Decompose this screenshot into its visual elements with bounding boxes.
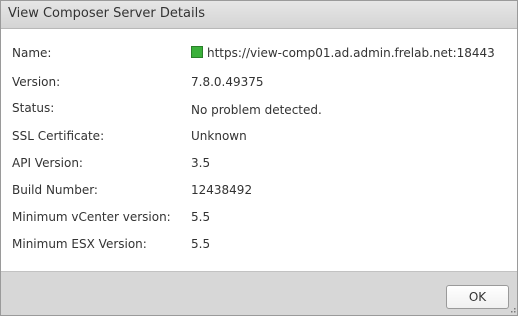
detail-label: Minimum ESX Version:	[12, 237, 147, 251]
detail-label: Build Number:	[12, 183, 98, 197]
detail-value: No problem detected.	[191, 103, 322, 117]
detail-label: Name:	[12, 46, 52, 60]
dialog-title: View Composer Server Details	[8, 6, 205, 21]
detail-row-version: Version: 7.8.0.49375	[1, 75, 517, 95]
detail-value: 5.5	[191, 210, 211, 224]
ok-button[interactable]: OK	[446, 285, 509, 309]
detail-value: 7.8.0.49375	[191, 75, 264, 89]
detail-value: 5.5	[191, 237, 211, 251]
details-panel: Name: https://view-comp01.ad.admin.frela…	[1, 30, 517, 270]
server-name: https://view-comp01.ad.admin.frelab.net:…	[207, 46, 495, 60]
dialog-footer: OK	[1, 271, 517, 315]
detail-value: https://view-comp01.ad.admin.frelab.net:…	[191, 46, 495, 60]
detail-value: 3.5	[191, 156, 211, 170]
resize-grip-icon[interactable]	[508, 306, 516, 314]
detail-row-build-number: Build Number: 12438492	[1, 183, 517, 203]
detail-label: Status:	[12, 101, 55, 115]
detail-label: Version:	[12, 75, 61, 89]
server-details-dialog: View Composer Server Details Name: https…	[0, 0, 518, 316]
dialog-titlebar[interactable]: View Composer Server Details	[1, 1, 517, 29]
detail-row-api-version: API Version: 3.5	[1, 156, 517, 176]
detail-row-min-esx: Minimum ESX Version: 5.5	[1, 237, 517, 257]
detail-row-status: Status: No problem detected.	[1, 101, 517, 121]
detail-row-name: Name: https://view-comp01.ad.admin.frela…	[1, 46, 517, 66]
detail-label: SSL Certificate:	[12, 129, 105, 143]
detail-value: Unknown	[191, 129, 247, 143]
detail-label: API Version:	[12, 156, 83, 170]
green-status-icon	[191, 46, 203, 58]
detail-value: 12438492	[191, 183, 253, 197]
detail-row-min-vcenter: Minimum vCenter version: 5.5	[1, 210, 517, 230]
detail-label: Minimum vCenter version:	[12, 210, 171, 224]
detail-row-ssl-certificate: SSL Certificate: Unknown	[1, 129, 517, 149]
